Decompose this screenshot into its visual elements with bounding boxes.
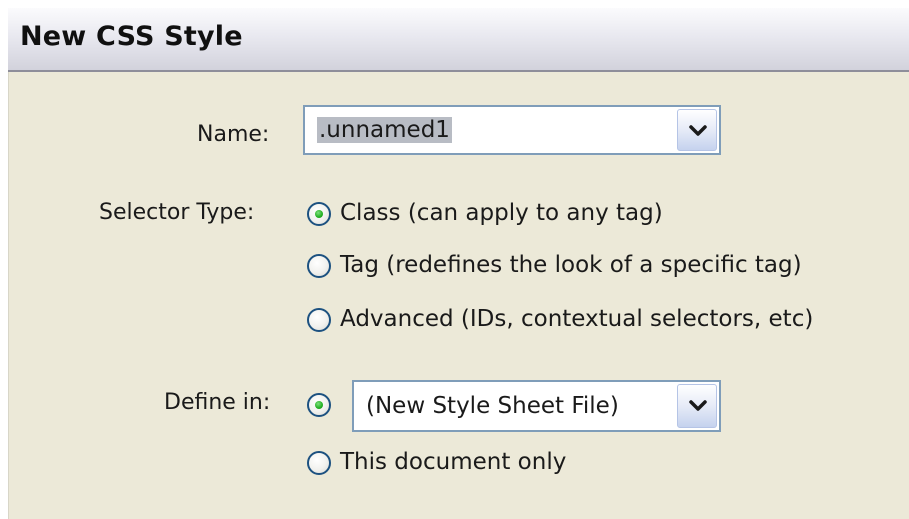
radio-selected-dot [315,210,323,218]
selector-class-label[interactable]: Class (can apply to any tag) [340,200,663,226]
define-in-document-only-label[interactable]: This document only [340,449,566,475]
selector-type-label: Selector Type: [99,200,255,225]
chevron-down-icon [689,125,707,136]
style-sheet-file-dropdown-button[interactable] [677,384,717,428]
title-bar: New CSS Style [8,8,909,72]
style-sheet-file-combobox[interactable]: (New Style Sheet File) [352,380,721,432]
selector-tag-label[interactable]: Tag (redefines the look of a specific ta… [340,252,802,278]
define-in-document-only-radio[interactable] [307,451,331,475]
dialog-title: New CSS Style [20,21,243,52]
name-dropdown-button[interactable] [677,109,717,151]
define-in-new-file-radio[interactable] [307,393,331,417]
name-input[interactable]: .unnamed1 [317,117,452,143]
dialog-body: Name: .unnamed1 Selector Type: Class (ca… [8,72,909,519]
style-sheet-file-value: (New Style Sheet File) [366,393,619,419]
selector-class-radio[interactable] [307,202,331,226]
radio-selected-dot [315,401,323,409]
name-label: Name: [197,122,270,147]
new-css-style-dialog: New CSS Style Name: .unnamed1 Selector T… [0,0,909,519]
name-combobox[interactable]: .unnamed1 [303,105,721,155]
selector-advanced-radio[interactable] [307,308,331,332]
selector-tag-radio[interactable] [307,254,331,278]
chevron-down-icon [689,400,707,411]
selector-advanced-label[interactable]: Advanced (IDs, contextual selectors, etc… [340,306,813,332]
define-in-label: Define in: [164,390,271,415]
